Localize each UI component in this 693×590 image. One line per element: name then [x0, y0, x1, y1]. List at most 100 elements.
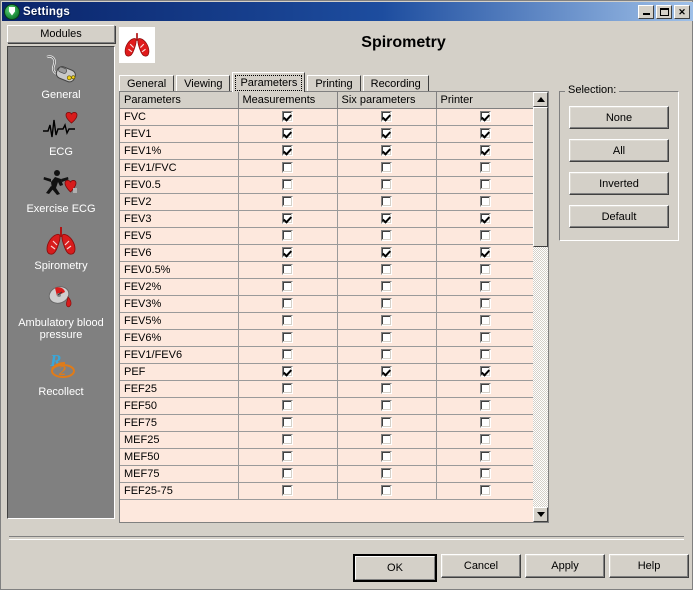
checkbox-printer[interactable]: [479, 400, 491, 412]
checkbox-measurements[interactable]: [282, 264, 293, 276]
table-row[interactable]: FEV3: [120, 210, 535, 228]
checkbox-printer-cell[interactable]: [436, 261, 535, 279]
checkbox-measurements-cell[interactable]: [238, 227, 338, 245]
checkbox-six-parameters-cell[interactable]: [337, 431, 437, 449]
checkbox-printer-cell[interactable]: [436, 142, 535, 160]
selection-default-button[interactable]: Default: [569, 205, 669, 228]
checkbox-six-parameters[interactable]: [381, 434, 392, 446]
checkbox-printer-cell[interactable]: [436, 465, 535, 483]
checkbox-measurements-cell[interactable]: [238, 363, 338, 381]
checkbox-six-parameters-cell[interactable]: [337, 448, 437, 466]
checkbox-six-parameters[interactable]: [381, 383, 392, 395]
table-row[interactable]: FEF50: [120, 397, 535, 415]
checkbox-printer-cell[interactable]: [436, 193, 535, 211]
tab-recording[interactable]: Recording: [362, 75, 429, 92]
column-header-six-parameters[interactable]: Six parameters: [337, 92, 437, 109]
parameters-table-container[interactable]: Parameters Measurements Six parameters P…: [119, 91, 549, 523]
checkbox-six-parameters-cell[interactable]: [337, 295, 437, 313]
checkbox-printer[interactable]: [479, 162, 491, 174]
checkbox-printer-cell[interactable]: [436, 414, 535, 432]
checkbox-six-parameters[interactable]: [381, 417, 392, 429]
checkbox-measurements-cell[interactable]: [238, 261, 338, 279]
checkbox-printer-cell[interactable]: [436, 346, 535, 364]
checkbox-measurements[interactable]: [282, 451, 293, 463]
checkbox-printer[interactable]: [479, 332, 491, 344]
checkbox-measurements[interactable]: [282, 230, 293, 242]
checkbox-six-parameters[interactable]: [381, 213, 392, 225]
checkbox-six-parameters[interactable]: [381, 281, 392, 293]
checkbox-measurements[interactable]: [282, 247, 293, 259]
checkbox-printer[interactable]: [479, 179, 491, 191]
tab-printing[interactable]: Printing: [307, 75, 361, 92]
checkbox-measurements[interactable]: [282, 145, 293, 157]
checkbox-six-parameters-cell[interactable]: [337, 414, 437, 432]
checkbox-printer[interactable]: [479, 196, 491, 208]
checkbox-printer-cell[interactable]: [436, 295, 535, 313]
checkbox-measurements-cell[interactable]: [238, 482, 338, 500]
checkbox-printer[interactable]: [479, 111, 491, 123]
checkbox-printer[interactable]: [479, 451, 491, 463]
checkbox-printer[interactable]: [479, 264, 491, 276]
help-button[interactable]: Help: [609, 554, 689, 578]
apply-button[interactable]: Apply: [525, 554, 605, 578]
checkbox-printer-cell[interactable]: [436, 482, 535, 500]
checkbox-measurements[interactable]: [282, 162, 293, 174]
checkbox-measurements-cell[interactable]: [238, 448, 338, 466]
checkbox-six-parameters-cell[interactable]: [337, 193, 437, 211]
checkbox-six-parameters-cell[interactable]: [337, 142, 437, 160]
checkbox-six-parameters-cell[interactable]: [337, 329, 437, 347]
checkbox-measurements[interactable]: [282, 434, 293, 446]
checkbox-measurements-cell[interactable]: [238, 193, 338, 211]
checkbox-measurements[interactable]: [282, 349, 293, 361]
checkbox-measurements-cell[interactable]: [238, 108, 338, 126]
checkbox-six-parameters[interactable]: [381, 179, 392, 191]
checkbox-six-parameters-cell[interactable]: [337, 210, 437, 228]
checkbox-printer-cell[interactable]: [436, 397, 535, 415]
checkbox-printer[interactable]: [479, 298, 491, 310]
checkbox-six-parameters-cell[interactable]: [337, 312, 437, 330]
column-header-printer[interactable]: Printer: [436, 92, 535, 109]
checkbox-measurements[interactable]: [282, 332, 293, 344]
table-row[interactable]: FEV2: [120, 193, 535, 211]
checkbox-measurements-cell[interactable]: [238, 431, 338, 449]
checkbox-measurements-cell[interactable]: [238, 397, 338, 415]
checkbox-measurements-cell[interactable]: [238, 210, 338, 228]
scrollbar-track[interactable]: [533, 107, 548, 507]
checkbox-six-parameters[interactable]: [381, 111, 392, 123]
table-row[interactable]: FEV5%: [120, 312, 535, 330]
selection-all-button[interactable]: All: [569, 139, 669, 162]
checkbox-printer-cell[interactable]: [436, 176, 535, 194]
vertical-scrollbar[interactable]: [533, 92, 548, 522]
table-row[interactable]: FEV1/FVC: [120, 159, 535, 177]
checkbox-six-parameters[interactable]: [381, 366, 392, 378]
checkbox-measurements-cell[interactable]: [238, 380, 338, 398]
checkbox-measurements[interactable]: [282, 111, 293, 123]
table-row[interactable]: FEV0.5%: [120, 261, 535, 279]
column-header-measurements[interactable]: Measurements: [238, 92, 338, 109]
checkbox-six-parameters[interactable]: [381, 332, 392, 344]
checkbox-printer-cell[interactable]: [436, 312, 535, 330]
checkbox-six-parameters[interactable]: [381, 298, 392, 310]
cancel-button[interactable]: Cancel: [441, 554, 521, 578]
checkbox-printer[interactable]: [479, 434, 491, 446]
tab-parameters[interactable]: Parameters: [232, 72, 306, 92]
table-row[interactable]: FEV6%: [120, 329, 535, 347]
checkbox-printer-cell[interactable]: [436, 125, 535, 143]
checkbox-measurements[interactable]: [282, 281, 293, 293]
checkbox-measurements[interactable]: [282, 468, 293, 480]
table-row[interactable]: FEV0.5: [120, 176, 535, 194]
sidebar-item-ecg[interactable]: ECG: [8, 104, 114, 161]
checkbox-six-parameters[interactable]: [381, 128, 392, 140]
table-row[interactable]: FEV1/FEV6: [120, 346, 535, 364]
table-row[interactable]: FEF75: [120, 414, 535, 432]
checkbox-printer-cell[interactable]: [436, 329, 535, 347]
checkbox-six-parameters[interactable]: [381, 196, 392, 208]
checkbox-printer-cell[interactable]: [436, 108, 535, 126]
checkbox-six-parameters[interactable]: [381, 349, 392, 361]
checkbox-printer-cell[interactable]: [436, 380, 535, 398]
table-row[interactable]: FEV1: [120, 125, 535, 143]
checkbox-six-parameters-cell[interactable]: [337, 363, 437, 381]
checkbox-six-parameters[interactable]: [381, 162, 392, 174]
scrollbar-thumb[interactable]: [533, 107, 548, 247]
checkbox-measurements-cell[interactable]: [238, 278, 338, 296]
